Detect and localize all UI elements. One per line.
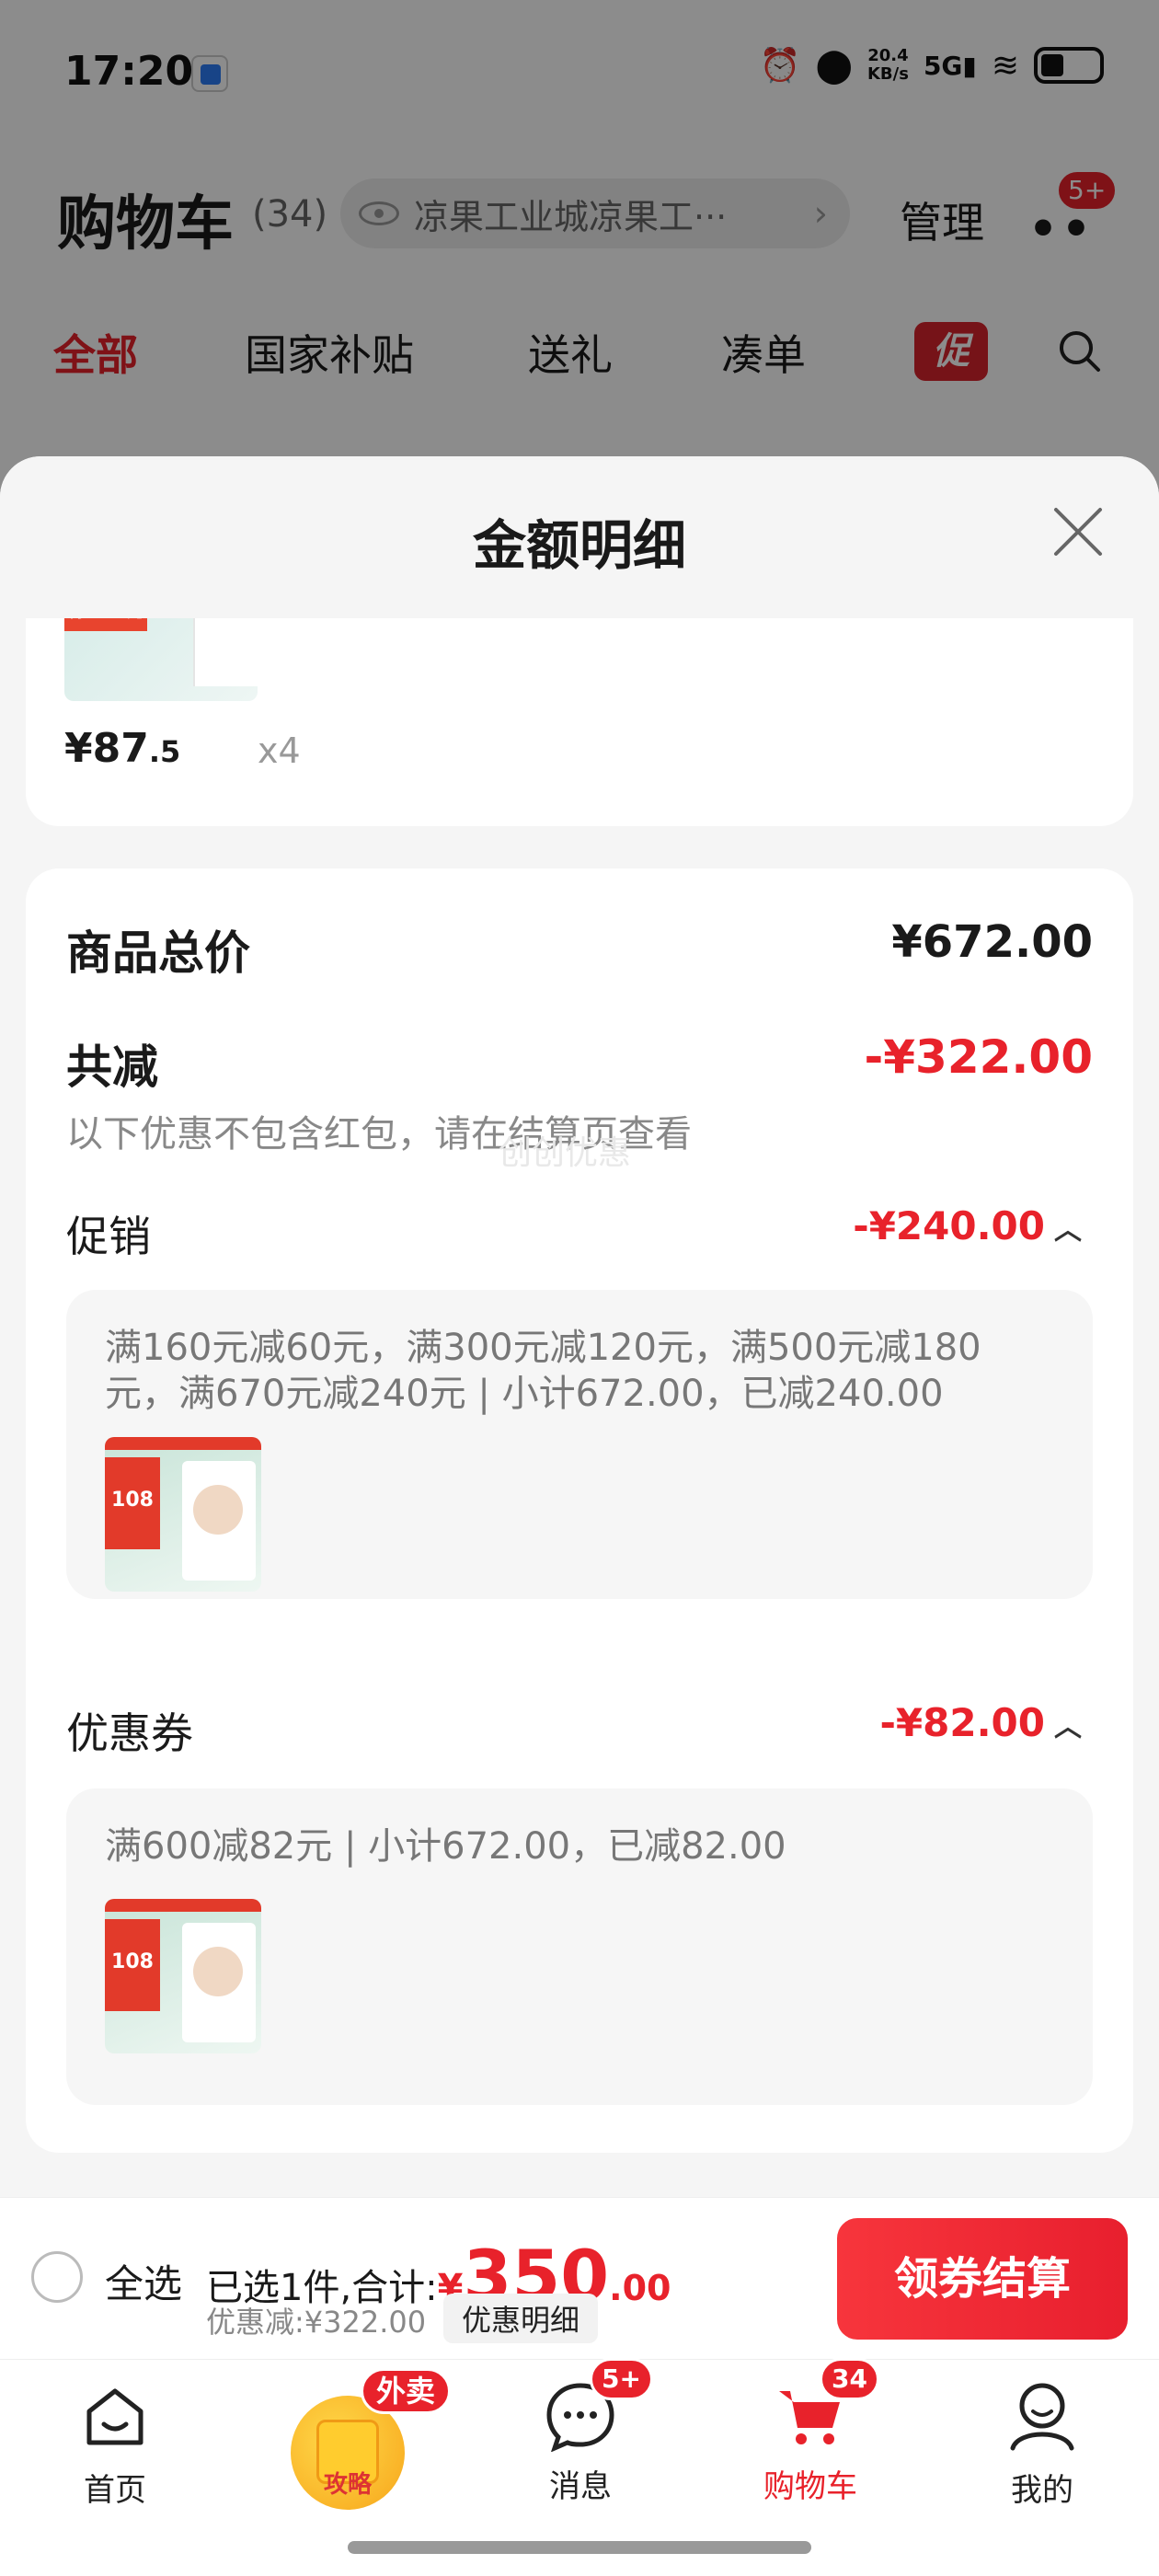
promo-row[interactable]: 促销 -¥240.00 ︿ (66, 1203, 1093, 1264)
item-price-main: ¥87 (64, 725, 149, 772)
reduction-row: 共减 -¥322.00 (66, 1030, 1093, 1097)
thumb-baby-image (193, 1947, 243, 1996)
coupon-detail-text: 满600减82元 | 小计672.00，已减82.00 (105, 1825, 786, 1868)
user-icon (1010, 2383, 1074, 2451)
goods-total-label: 商品总价 (66, 926, 250, 980)
watermark: 创创优惠 (499, 1134, 632, 1172)
coupon-detail-box: 满600减82元 | 小计672.00，已减82.00 108 (66, 1788, 1093, 2105)
promo-detail-text: 满160元减60元，满300元减120元，满500元减180元，满670元减24… (105, 1327, 981, 1415)
thumb-price-badge: 108 (105, 1919, 160, 2011)
thumb-price-badge: 108 (105, 1457, 160, 1549)
messages-badge: 5+ (590, 2358, 653, 2400)
chevron-up-icon[interactable]: ︿ (1054, 1214, 1082, 1247)
tab-home[interactable]: 首页 (37, 2378, 193, 2510)
tab-mine-label: 我的 (1011, 2472, 1073, 2509)
tab-home-label: 首页 (84, 2472, 146, 2509)
promo-label: 促销 (66, 1212, 151, 1261)
reduction-label: 共减 (66, 1041, 158, 1094)
gesture-home-bar[interactable] (348, 2541, 811, 2554)
tab-cart-label: 购物车 (763, 2468, 857, 2505)
discount-text: 优惠减:¥322.00 (206, 2305, 427, 2340)
reduction-value: -¥322.00 (864, 1030, 1094, 1084)
sheet-header: 金额明细 (0, 456, 1159, 618)
promo-value-wrap: -¥240.00 ︿ (853, 1203, 1082, 1248)
select-all-label[interactable]: 全选 (105, 2253, 182, 2309)
takeout-badge: 外卖 (361, 2368, 452, 2414)
home-icon (86, 2388, 143, 2445)
thumb-strip (105, 1437, 261, 1450)
tab-cart[interactable]: 34 购物车 (732, 2358, 889, 2506)
select-all-checkbox[interactable] (31, 2251, 83, 2303)
tab-mine[interactable]: 我的 (964, 2378, 1120, 2510)
coupon-value-wrap: -¥82.00 ︿ (879, 1700, 1082, 1745)
coupon-product-thumbnail[interactable]: 108 (105, 1899, 261, 2053)
thumb-baby-image (193, 1485, 243, 1535)
promo-detail-box: 满160元减60元，满300元减120元，满500元减180元，满670元减24… (66, 1290, 1093, 1599)
sheet-title: 金额明细 (472, 514, 686, 577)
item-quantity: x4 (258, 730, 301, 771)
coupon-value: -¥82.00 (879, 1700, 1045, 1745)
price-breakdown-card: 商品总价 ¥672.00 共减 -¥322.00 以下优惠不包含红包，请在结算页… (26, 868, 1133, 2153)
strategy-label: 攻略 (323, 2471, 372, 2499)
tab-messages[interactable]: 5+ 消息 (502, 2358, 659, 2506)
message-icon-wrap: 5+ (544, 2358, 653, 2453)
checkout-button[interactable]: 领券结算 (837, 2218, 1128, 2340)
coupon-row[interactable]: 优惠券 -¥82.00 ︿ (66, 1700, 1093, 1761)
cart-icon-wrap: 34 (774, 2358, 879, 2452)
amount-detail-sheet: 金额明细 得1100元 ¥87.5 x4 商品总价 ¥672.00 共减 -¥3… (0, 456, 1159, 2197)
checkout-bar: 全选 已选1件,合计:¥350.00 优惠减:¥322.00 优惠明细 领券结算 (0, 2197, 1159, 2359)
goods-total-value: ¥672.00 (891, 916, 1093, 968)
total-decimal: .00 (609, 2268, 671, 2308)
discount-detail-button[interactable]: 优惠明细 (443, 2294, 599, 2343)
item-price: ¥87.5 (64, 725, 180, 772)
coupon-label: 优惠券 (66, 1708, 193, 1758)
item-card: 得1100元 ¥87.5 x4 (26, 594, 1133, 826)
goods-total-row: 商品总价 ¥672.00 (66, 916, 1093, 983)
cart-badge: 34 (820, 2358, 879, 2400)
chevron-up-icon[interactable]: ︿ (1054, 1711, 1082, 1743)
strategy-button[interactable]: 攻略 外卖 (291, 2368, 452, 2510)
promo-product-thumbnail[interactable]: 108 (105, 1437, 261, 1592)
item-price-decimal: .5 (148, 734, 181, 769)
tab-messages-label: 消息 (549, 2468, 612, 2505)
promo-value: -¥240.00 (853, 1203, 1045, 1248)
close-icon[interactable] (1050, 504, 1106, 559)
thumb-strip (105, 1899, 261, 1912)
